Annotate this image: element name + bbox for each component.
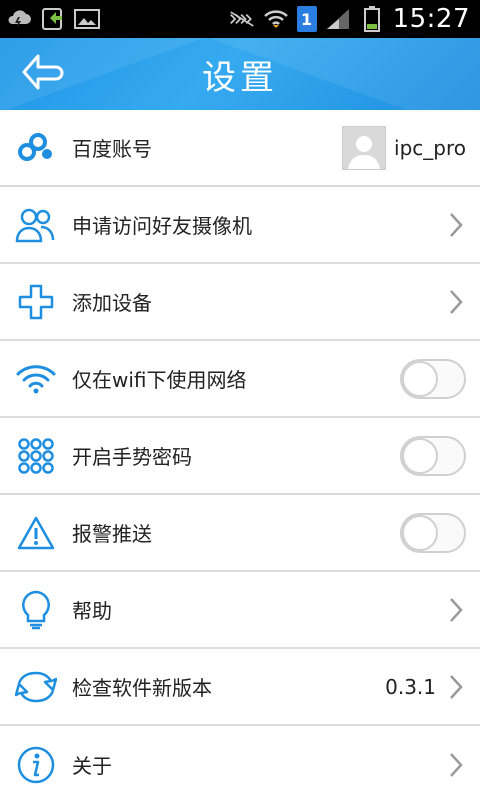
- download-icon: [40, 6, 66, 32]
- toggle-knob: [402, 437, 438, 474]
- image-icon: [74, 6, 100, 32]
- toggle-knob: [402, 514, 438, 551]
- row-label: 申请访问好友摄像机: [72, 214, 252, 238]
- row-check-update[interactable]: 检查软件新版本 0.3.1: [0, 649, 480, 726]
- mute-icon: [229, 6, 255, 32]
- chevron-right-icon: [446, 671, 466, 703]
- toggle-knob: [402, 360, 438, 397]
- warning-icon: [14, 511, 58, 555]
- row-alarm-push[interactable]: 报警推送: [0, 495, 480, 572]
- info-icon: [14, 743, 58, 787]
- row-baidu-account[interactable]: 百度账号 ipc_pro: [0, 110, 480, 187]
- signal-icon: [325, 6, 351, 32]
- row-label: 开启手势密码: [72, 445, 192, 469]
- settings-list: 百度账号 ipc_pro 申请访问好友摄像机 添加设备 仅在wifi下使用网络: [0, 110, 480, 800]
- row-request-friend-camera[interactable]: 申请访问好友摄像机: [0, 187, 480, 264]
- row-label: 百度账号: [72, 137, 152, 161]
- status-time: 15:27: [392, 4, 470, 34]
- gesture-password-toggle[interactable]: [400, 435, 466, 476]
- avatar: [342, 125, 387, 170]
- grid-dots-icon: [14, 434, 58, 478]
- status-bar: 1 15:27: [0, 0, 480, 38]
- row-wifi-only[interactable]: 仅在wifi下使用网络: [0, 341, 480, 418]
- status-left: [6, 6, 100, 32]
- row-add-device[interactable]: 添加设备: [0, 264, 480, 341]
- chevron-right-icon: [446, 749, 466, 781]
- row-label: 报警推送: [72, 522, 152, 546]
- page-title: 设置: [202, 57, 278, 98]
- header: 设置: [0, 38, 480, 110]
- plus-icon: [14, 280, 58, 324]
- row-label: 仅在wifi下使用网络: [72, 368, 247, 392]
- row-help[interactable]: 帮助: [0, 572, 480, 649]
- row-label: 检查软件新版本: [72, 676, 212, 700]
- friends-icon: [14, 203, 58, 247]
- status-right: 1 15:27: [229, 4, 470, 34]
- battery-icon: [359, 6, 385, 32]
- account-name: ipc_pro: [394, 135, 466, 160]
- back-arrow-icon: [21, 53, 65, 95]
- lightbulb-icon: [14, 588, 58, 632]
- row-gesture-password[interactable]: 开启手势密码: [0, 418, 480, 495]
- wifi-icon: [14, 357, 58, 401]
- wifi-only-toggle[interactable]: [400, 358, 466, 399]
- version-value: 0.3.1: [385, 674, 436, 699]
- weather-icon: [6, 6, 32, 32]
- row-about[interactable]: 关于: [0, 726, 480, 800]
- chevron-right-icon: [446, 286, 466, 318]
- alarm-push-toggle[interactable]: [400, 512, 466, 553]
- wifi-icon: [263, 6, 289, 32]
- back-button[interactable]: [18, 50, 68, 98]
- chevron-right-icon: [446, 594, 466, 626]
- row-label: 帮助: [72, 599, 112, 623]
- baidu-cloud-icon: [14, 126, 58, 170]
- row-label: 添加设备: [72, 291, 152, 315]
- update-icon: [14, 665, 58, 709]
- sim-badge: 1: [296, 6, 317, 32]
- row-label: 关于: [72, 754, 112, 778]
- chevron-right-icon: [446, 209, 466, 241]
